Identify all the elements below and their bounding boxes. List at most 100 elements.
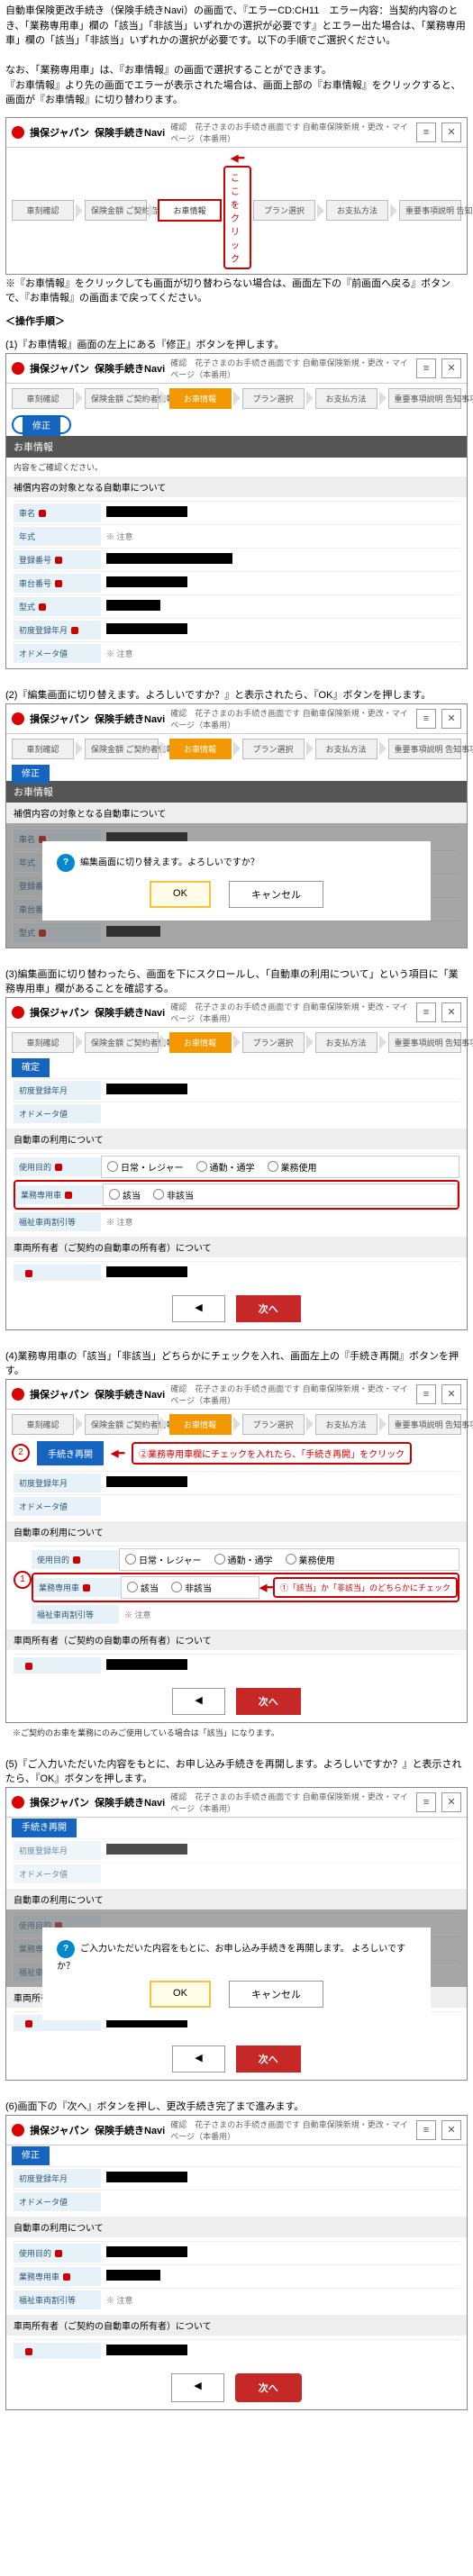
close-icon[interactable]: ✕ xyxy=(441,1792,461,1812)
back-button[interactable]: ◀ xyxy=(171,2373,223,2402)
radio-opt: 日常・レジャー xyxy=(121,1160,184,1174)
subsection-owner: 車両所有者（ご契約の自動車の所有者）について xyxy=(6,2315,467,2336)
purpose-radios[interactable]: 日常・レジャー 通勤・通学 業務使用 xyxy=(101,1156,459,1178)
brand-name: 損保ジャパン xyxy=(30,361,89,376)
radio-icon[interactable] xyxy=(286,1554,296,1565)
tab-6[interactable]: 重要事項説明 告知事項等 xyxy=(399,200,461,221)
tab-4[interactable]: プラン選択 xyxy=(253,200,315,221)
tab-carinfo-active[interactable]: お車情報 xyxy=(169,388,232,409)
note-mark: ※ 注意 xyxy=(101,1213,459,1230)
close-icon[interactable]: ✕ xyxy=(441,2120,461,2140)
tab-5[interactable]: お支払方法 xyxy=(315,739,377,759)
redacted-value xyxy=(106,623,187,634)
tab-4[interactable]: プラン選択 xyxy=(242,1032,305,1053)
modal-cancel-button[interactable]: キャンセル xyxy=(229,1981,323,2008)
tab-4[interactable]: プラン選択 xyxy=(242,739,305,759)
tab-2[interactable]: 保険金額 ご契約者情報等 xyxy=(85,388,159,409)
radio-icon[interactable] xyxy=(196,1161,207,1172)
tab-6[interactable]: 重要事項説明 告知事項等 xyxy=(388,1414,462,1435)
label-meter: オドメータ値 xyxy=(14,644,101,663)
close-icon[interactable]: ✕ xyxy=(441,709,461,729)
tab-5[interactable]: お支払方法 xyxy=(315,388,377,409)
modal-ok-button[interactable]: OK xyxy=(150,881,211,908)
radio-icon[interactable] xyxy=(109,1189,120,1200)
tab-5[interactable]: お支払方法 xyxy=(326,200,388,221)
radio-icon[interactable] xyxy=(268,1161,278,1172)
modify-button-highlight: 修正 xyxy=(12,415,71,434)
radio-icon[interactable] xyxy=(107,1161,118,1172)
tab-1[interactable]: 車刻確認 xyxy=(12,1032,74,1053)
radio-opt: 非該当 xyxy=(185,1581,212,1594)
close-icon[interactable]: ✕ xyxy=(441,1384,461,1404)
restart-button[interactable]: 手続き再開 xyxy=(37,1441,104,1465)
bizcar-radios[interactable]: 該当 非該当 xyxy=(103,1184,458,1206)
menu-icon[interactable]: ≡ xyxy=(416,122,436,142)
modify-button[interactable]: 修正 xyxy=(12,765,50,784)
tab-2[interactable]: 保険金額 ご契約者情報等 xyxy=(85,200,147,221)
confirm-button[interactable]: 確定 xyxy=(12,1058,50,1077)
close-icon[interactable]: ✕ xyxy=(441,358,461,378)
subsection-owner: 車両所有者（ご契約の自動車の所有者）について xyxy=(6,1629,467,1650)
tab-2[interactable]: 保険金額 ご契約者情報等 xyxy=(85,739,159,759)
tab-carinfo[interactable]: お車情報 xyxy=(158,199,222,222)
radio-icon[interactable] xyxy=(125,1554,136,1565)
tab-5[interactable]: お支払方法 xyxy=(315,1414,377,1435)
modify-button[interactable]: 修正 xyxy=(12,2146,50,2165)
chevron-icon xyxy=(306,1035,314,1049)
tab-6[interactable]: 重要事項説明 告知事項等 xyxy=(388,388,462,409)
app-title: 保険手続きNavi xyxy=(95,361,165,376)
radio-icon[interactable] xyxy=(171,1582,182,1592)
radio-icon[interactable] xyxy=(153,1189,164,1200)
menu-icon[interactable]: ≡ xyxy=(416,358,436,378)
menu-icon[interactable]: ≡ xyxy=(416,1002,436,1022)
brand-logo-icon xyxy=(12,1796,24,1809)
chevron-icon xyxy=(390,204,397,218)
tab-carinfo-active[interactable]: お車情報 xyxy=(169,1414,232,1435)
chevron-icon xyxy=(379,391,387,405)
close-icon[interactable]: ✕ xyxy=(441,122,461,142)
modify-button[interactable]: 修正 xyxy=(23,417,60,436)
radio-icon[interactable] xyxy=(214,1554,225,1565)
menu-icon[interactable]: ≡ xyxy=(416,2120,436,2140)
app-info: 確認 花子さまのお手続き画面です 自動車保険新規・更改・マイページ（本番用） xyxy=(170,1001,411,1024)
tab-2[interactable]: 保険金額 ご契約者情報等 xyxy=(85,1032,159,1053)
tab-1[interactable]: 車刻確認 xyxy=(12,200,74,221)
tab-1[interactable]: 車刻確認 xyxy=(12,1414,74,1435)
next-button-highlighted[interactable]: 次へ xyxy=(235,2373,302,2402)
tab-1[interactable]: 車刻確認 xyxy=(12,388,74,409)
menu-icon[interactable]: ≡ xyxy=(416,709,436,729)
chevron-icon xyxy=(76,1417,83,1431)
modal-cancel-button[interactable]: キャンセル xyxy=(229,881,323,908)
step-6-text: (6)画面下の『次へ』ボタンを押し、更改手続き完了まで進みます。 xyxy=(5,2099,468,2113)
next-button[interactable]: 次へ xyxy=(236,1688,301,1715)
modal-text: ご入力いただいた内容をもとに、お申し込み手続きを再開します。 よろしいですか？ xyxy=(57,1944,405,1972)
tab-4[interactable]: プラン選択 xyxy=(242,388,305,409)
tab-2[interactable]: 保険金額 ご契約者情報等 xyxy=(85,1414,159,1435)
tab-4[interactable]: プラン選択 xyxy=(242,1414,305,1435)
intro-p1: 自動車保険更改手続き（保険手続きNavi）の画面で、『エラーCD:CH11 エラ… xyxy=(5,4,468,49)
screenshot-step1: 損保ジャパン 保険手続きNavi 確認 花子さまのお手続き画面です 自動車保険新… xyxy=(5,353,468,669)
tab-6[interactable]: 重要事項説明 告知事項等 xyxy=(388,739,462,759)
menu-icon[interactable]: ≡ xyxy=(416,1384,436,1404)
chevron-icon xyxy=(76,391,83,405)
close-icon[interactable]: ✕ xyxy=(441,1002,461,1022)
tab-6[interactable]: 重要事項説明 告知事項等 xyxy=(388,1032,462,1053)
back-button[interactable]: ◀ xyxy=(172,1295,224,1322)
label-firstreg: 初度登録年月 xyxy=(14,1474,101,1492)
radio-icon[interactable] xyxy=(127,1582,138,1592)
label-bizcar: 業務専用車 xyxy=(14,2267,101,2286)
purpose-radios[interactable]: 日常・レジャー 通勤・通学 業務使用 xyxy=(119,1548,459,1571)
tab-carinfo-active[interactable]: お車情報 xyxy=(169,739,232,759)
app-title: 保険手続きNavi xyxy=(95,1387,165,1401)
modal-ok-button[interactable]: OK xyxy=(150,1981,211,2008)
next-button[interactable]: 次へ xyxy=(236,1295,301,1322)
back-button[interactable]: ◀ xyxy=(172,2045,224,2073)
subsection-car-use: 自動車の利用について xyxy=(6,1129,467,1149)
tab-carinfo-active[interactable]: お車情報 xyxy=(169,1032,232,1053)
bizcar-radios[interactable]: 該当 非該当 xyxy=(121,1576,259,1599)
tab-5[interactable]: お支払方法 xyxy=(315,1032,377,1053)
menu-icon[interactable]: ≡ xyxy=(416,1792,436,1812)
back-button[interactable]: ◀ xyxy=(172,1688,224,1715)
next-button[interactable]: 次へ xyxy=(236,2045,301,2073)
tab-1[interactable]: 車刻確認 xyxy=(12,739,74,759)
